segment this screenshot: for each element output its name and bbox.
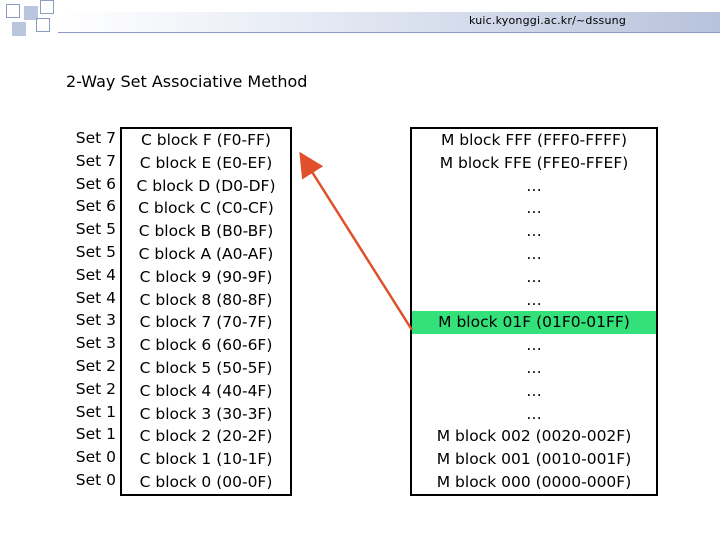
cache-block-row: C block 9 (90-9F) bbox=[139, 267, 273, 286]
memory-block-row: M block 001 (0010-001F) bbox=[436, 450, 632, 469]
cache-memory-table: C block F (F0-FF) C block E (E0-EF) C bl… bbox=[120, 127, 292, 496]
square-icon bbox=[12, 22, 26, 36]
memory-block-row: M block FFE (FFE0-FFEF) bbox=[439, 153, 629, 172]
cache-block-row: C block 4 (40-4F) bbox=[139, 381, 273, 400]
memory-block-row-highlighted: M block 01F (01F0-01FF) bbox=[412, 311, 656, 335]
memory-block-row: M block 000 (0000-000F) bbox=[436, 472, 632, 491]
cache-block-row: C block E (E0-EF) bbox=[139, 153, 273, 172]
set-label: Set 4 bbox=[75, 288, 116, 307]
memory-ellipsis-row: … bbox=[526, 244, 542, 263]
set-label: Set 5 bbox=[75, 220, 116, 239]
page-title: 2-Way Set Associative Method bbox=[66, 72, 308, 91]
set-label: Set 1 bbox=[75, 425, 116, 444]
cache-block-row: C block 6 (60-6F) bbox=[139, 336, 273, 355]
set-label: Set 4 bbox=[75, 265, 116, 284]
set-label: Set 2 bbox=[75, 379, 116, 398]
square-icon bbox=[36, 18, 50, 32]
set-label: Set 7 bbox=[75, 129, 116, 147]
header-divider bbox=[58, 32, 720, 33]
memory-ellipsis-row: … bbox=[526, 381, 542, 400]
cache-block-row: C block F (F0-FF) bbox=[141, 131, 271, 149]
cache-block-row: C block 8 (80-8F) bbox=[139, 290, 273, 309]
set-label: Set 5 bbox=[75, 242, 116, 261]
set-label: Set 3 bbox=[75, 311, 116, 330]
square-icon bbox=[6, 4, 20, 18]
arrow-line bbox=[299, 151, 414, 331]
cache-block-row: C block D (D0-DF) bbox=[136, 176, 276, 195]
square-icon bbox=[40, 0, 54, 14]
memory-ellipsis-row: … bbox=[526, 404, 542, 423]
memory-ellipsis-row: … bbox=[526, 290, 542, 309]
cache-block-row: C block B (B0-BF) bbox=[138, 222, 274, 241]
cache-block-row: C block 2 (20-2F) bbox=[139, 427, 273, 446]
set-label: Set 2 bbox=[75, 356, 116, 375]
set-label: Set 0 bbox=[75, 448, 116, 467]
set-label: Set 6 bbox=[75, 197, 116, 216]
memory-ellipsis-row: … bbox=[526, 199, 542, 218]
header-url: kuic.kyonggi.ac.kr/~dssung bbox=[469, 14, 626, 27]
cache-block-row: C block C (C0-CF) bbox=[138, 199, 274, 218]
set-label: Set 3 bbox=[75, 334, 116, 353]
set-label: Set 0 bbox=[75, 470, 116, 489]
memory-ellipsis-row: … bbox=[526, 358, 542, 377]
cache-block-row: C block A (A0-AF) bbox=[138, 244, 274, 263]
set-label: Set 6 bbox=[75, 174, 116, 193]
memory-ellipsis-row: … bbox=[526, 222, 542, 241]
cache-block-row: C block 1 (10-1F) bbox=[139, 450, 273, 469]
memory-ellipsis-row: … bbox=[526, 336, 542, 355]
main-memory-table: M block FFF (FFF0-FFFF) M block FFE (FFE… bbox=[410, 127, 658, 496]
memory-block-row: M block FFF (FFF0-FFFF) bbox=[441, 131, 627, 149]
memory-block-row: M block 002 (0020-002F) bbox=[436, 427, 632, 446]
set-label: Set 1 bbox=[75, 402, 116, 421]
set-labels: Set 7 Set 7 Set 6 Set 6 Set 5 Set 5 Set … bbox=[60, 127, 116, 492]
cache-block-row: C block 5 (50-5F) bbox=[139, 358, 273, 377]
memory-ellipsis-row: … bbox=[526, 267, 542, 286]
cache-block-row: C block 0 (00-0F) bbox=[139, 472, 273, 491]
cache-block-row: C block 3 (30-3F) bbox=[139, 404, 273, 423]
set-label: Set 7 bbox=[75, 151, 116, 170]
cache-block-row: C block 7 (70-7F) bbox=[139, 313, 273, 332]
memory-ellipsis-row: … bbox=[526, 176, 542, 195]
